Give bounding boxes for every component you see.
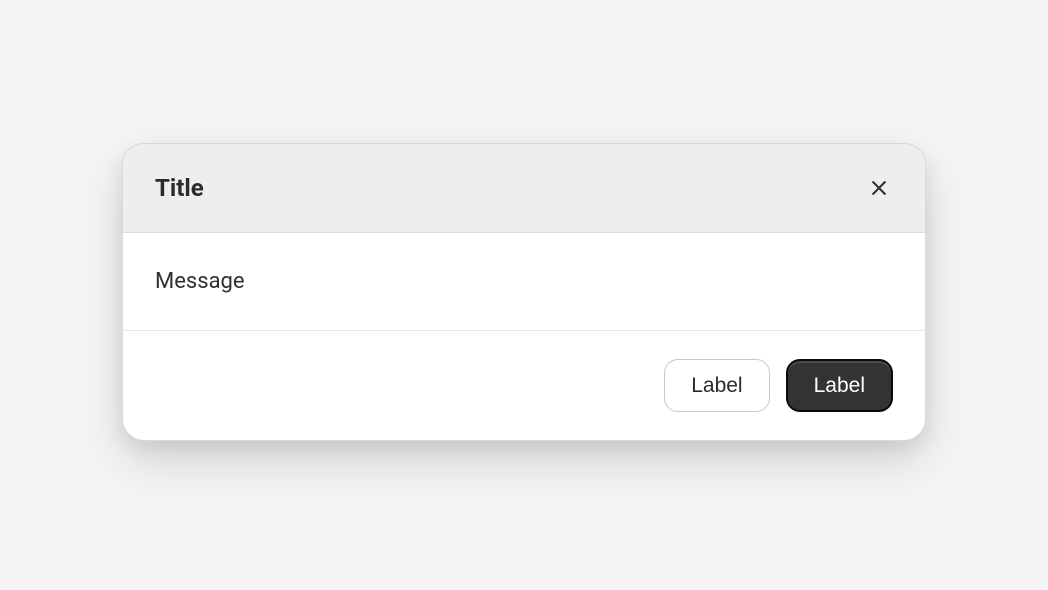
dialog-footer: Label Label xyxy=(123,331,925,440)
dialog: Title Message Label Label xyxy=(122,143,926,441)
dialog-body: Message xyxy=(123,233,925,331)
secondary-button[interactable]: Label xyxy=(664,359,769,412)
close-icon xyxy=(869,178,889,198)
dialog-header: Title xyxy=(123,144,925,233)
dialog-message: Message xyxy=(155,269,893,294)
primary-button[interactable]: Label xyxy=(786,359,893,412)
close-button[interactable] xyxy=(865,174,893,202)
dialog-title: Title xyxy=(155,174,204,202)
